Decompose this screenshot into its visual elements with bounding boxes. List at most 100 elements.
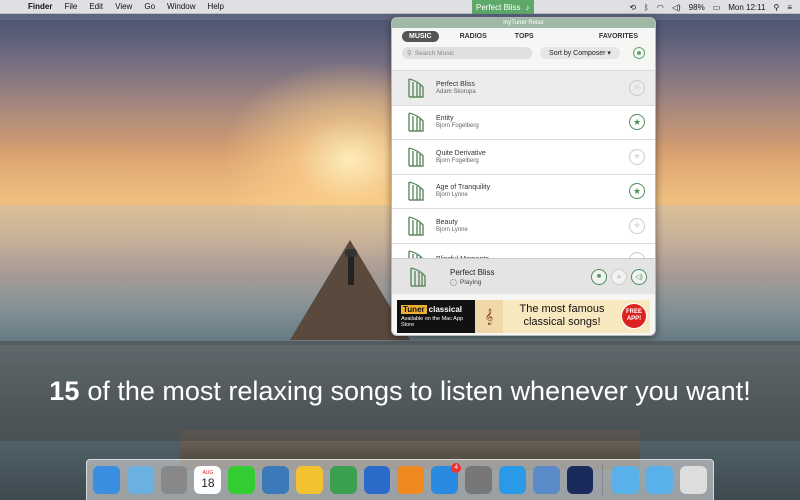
menu-help[interactable]: Help xyxy=(201,2,229,11)
tab-favorites[interactable]: FAVORITES xyxy=(592,31,645,42)
downloads-folder-icon[interactable] xyxy=(612,466,640,494)
harp-icon xyxy=(408,147,424,167)
now-playing-label: Perfect Bliss xyxy=(476,2,521,12)
mytuner-relax-window: myTuner Relax MUSIC RADIOS TOPS FAVORITE… xyxy=(391,17,656,336)
chevron-down-icon: ▾ xyxy=(605,50,611,57)
song-title: Age of Tranquility xyxy=(436,184,491,192)
song-list[interactable]: Perfect Bliss Adam Skorupa ★ Entity Bjorn Fo… xyxy=(392,70,655,274)
bluetooth-icon[interactable]: ᛒ xyxy=(644,3,649,12)
harp-icon: ♪ xyxy=(525,2,530,12)
window-title: myTuner Relax xyxy=(392,18,655,28)
ad-text: The most famous classical songs! xyxy=(519,303,605,328)
tab-radios[interactable]: RADIOS xyxy=(453,31,494,42)
favorite-star-icon[interactable]: ★ xyxy=(629,148,645,165)
free-app-badge: FREE APP! xyxy=(621,303,647,329)
status-area: ⟲ ᛒ ◠ ◁) 98% ▭ Mon 12:11 ⚲ ≡ xyxy=(629,0,792,14)
finder-icon[interactable] xyxy=(93,466,120,494)
song-title: Entity xyxy=(436,115,454,123)
time-machine-icon[interactable]: ⟲ xyxy=(629,3,636,12)
search-row: ⚲ Search Music Sort by Composer ▾ xyxy=(392,44,655,62)
now-playing-status-item[interactable]: Perfect Bliss ♪ xyxy=(472,0,534,14)
song-artist: Adam Skorupa xyxy=(436,88,476,95)
ibooks-icon[interactable] xyxy=(397,466,425,494)
favorite-star-icon[interactable]: ★ xyxy=(629,114,645,131)
notification-center-icon[interactable]: ≡ xyxy=(787,3,792,12)
promo-caption: 15 of the most relaxing songs to listen … xyxy=(0,341,800,441)
notes-icon[interactable] xyxy=(295,466,323,494)
song-title: Quite Derivative xyxy=(436,149,486,157)
battery-percent[interactable]: 98% xyxy=(689,3,705,12)
photoshop-icon[interactable] xyxy=(566,466,594,494)
player-bar: Perfect Bliss Playing ■ ★ ◁) xyxy=(392,258,655,294)
menu-bar: Finder File Edit View Go Window Help Per… xyxy=(0,0,800,14)
menu-finder[interactable]: Finder xyxy=(22,2,58,11)
sort-label: Sort by Composer xyxy=(549,49,606,57)
harp-icon xyxy=(408,216,424,236)
preview-app-icon[interactable] xyxy=(532,466,560,494)
applications-folder-icon[interactable] xyxy=(646,466,674,494)
song-row[interactable]: Perfect Bliss Adam Skorupa ★ xyxy=(392,71,655,106)
tab-bar: MUSIC RADIOS TOPS FAVORITES xyxy=(392,28,655,44)
harp-icon xyxy=(410,266,426,287)
dock: AUG 18 4 xyxy=(86,459,714,500)
search-input[interactable]: ⚲ Search Music xyxy=(402,47,532,59)
preview-icon[interactable] xyxy=(126,466,154,494)
menu-go[interactable]: Go xyxy=(138,2,161,11)
clock[interactable]: Mon 12:11 xyxy=(728,3,765,12)
dock-separator xyxy=(602,464,604,496)
player-status: Playing xyxy=(460,278,482,286)
stop-button[interactable]: ■ xyxy=(591,268,607,285)
ad-banner[interactable]: Tuner classical Available on the Mac App … xyxy=(397,300,650,333)
menu-edit[interactable]: Edit xyxy=(83,2,109,11)
song-row[interactable]: Age of Tranquility Bjorn Lynne ★ xyxy=(392,174,655,209)
trash-icon[interactable] xyxy=(680,466,707,494)
itunes-icon[interactable] xyxy=(363,466,391,494)
sort-dropdown[interactable]: Sort by Composer ▾ xyxy=(540,47,620,59)
launchpad-icon[interactable] xyxy=(160,466,188,494)
song-artist: Bjorn Fogelberg xyxy=(436,123,479,130)
numbers-icon[interactable] xyxy=(329,466,357,494)
song-title: Beauty xyxy=(436,218,458,226)
menu-view[interactable]: View xyxy=(109,2,138,11)
harp-icon xyxy=(408,181,424,201)
shuffle-icon[interactable] xyxy=(633,47,645,59)
player-title: Perfect Bliss xyxy=(450,267,495,277)
volume-icon[interactable]: ◁) xyxy=(672,3,681,12)
favorite-star-icon[interactable]: ★ xyxy=(629,79,645,96)
tab-music[interactable]: MUSIC xyxy=(402,30,439,42)
ad-brand-tuner: Tuner xyxy=(401,305,427,314)
favorite-star-icon[interactable]: ★ xyxy=(629,217,645,234)
wifi-icon[interactable]: ◠ xyxy=(657,3,664,12)
caption-text: of the most relaxing songs to listen whe… xyxy=(87,375,751,406)
loading-spinner-icon xyxy=(450,278,457,286)
volume-button[interactable]: ◁) xyxy=(631,268,647,285)
favorite-star-button[interactable]: ★ xyxy=(611,268,627,285)
menu-window[interactable]: Window xyxy=(161,2,201,11)
song-row[interactable]: Quite Derivative Bjorn Fogelberg ★ xyxy=(392,140,655,175)
harp-icon xyxy=(408,78,424,98)
harp-icon xyxy=(408,112,424,132)
calendar-day: 18 xyxy=(201,476,215,490)
lamp-post xyxy=(345,249,357,285)
song-artist: Bjorn Fogelberg xyxy=(436,157,479,164)
tab-tops[interactable]: TOPS xyxy=(508,31,541,42)
spotlight-icon[interactable]: ⚲ xyxy=(773,3,779,12)
calendar-icon[interactable]: AUG 18 xyxy=(194,466,222,494)
caption-number: 15 xyxy=(49,375,80,406)
search-placeholder: Search Music xyxy=(414,49,455,57)
violin-icon: 𝄞 xyxy=(475,300,503,333)
photos-icon[interactable] xyxy=(262,466,289,494)
song-row[interactable]: Beauty Bjorn Lynne ★ xyxy=(392,209,655,244)
appstore-icon[interactable]: 4 xyxy=(431,463,462,494)
song-artist: Bjorn Lynne xyxy=(436,226,468,233)
menu-file[interactable]: File xyxy=(58,2,83,11)
battery-icon: ▭ xyxy=(712,2,721,12)
favorite-star-icon[interactable]: ★ xyxy=(629,183,645,200)
search-icon: ⚲ xyxy=(407,50,412,57)
safari-icon[interactable] xyxy=(498,466,526,494)
song-artist: Bjorn Lynne xyxy=(436,192,468,199)
ad-brand: Tuner classical Available on the Mac App … xyxy=(397,300,475,333)
system-preferences-icon[interactable] xyxy=(465,466,492,494)
facetime-icon[interactable] xyxy=(228,466,256,494)
song-row[interactable]: Entity Bjorn Fogelberg ★ xyxy=(392,105,655,140)
